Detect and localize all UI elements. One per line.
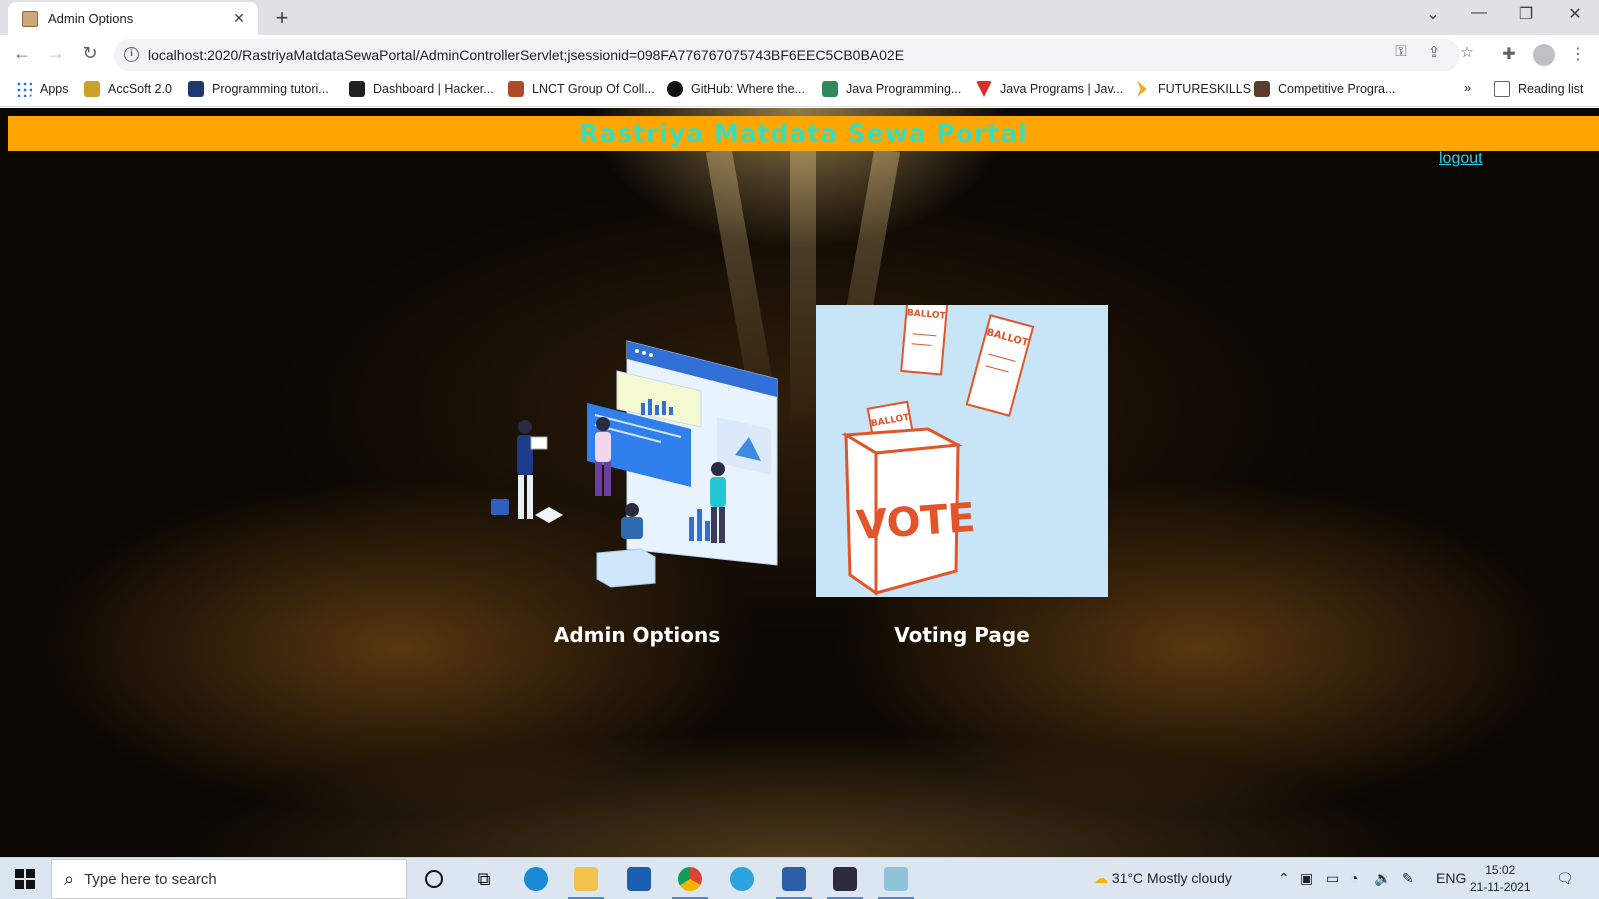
notepad-app[interactable] [876, 863, 916, 899]
edge-app[interactable] [516, 863, 556, 895]
volume-icon[interactable]: 🔉 [1374, 870, 1391, 887]
bookmark-java-programs[interactable]: Java Programs | Jav... [976, 81, 1123, 97]
notepad-icon [884, 867, 908, 891]
mail-icon [627, 867, 651, 891]
edge-icon [524, 867, 548, 891]
cortana-icon [425, 870, 443, 888]
voting-page-label[interactable]: Voting Page [816, 623, 1108, 647]
task-view-button[interactable]: ⧉ [464, 863, 504, 895]
notifications-icon[interactable]: 🗨 [1556, 870, 1574, 887]
lnct-icon [508, 81, 524, 97]
accsoft-icon [84, 81, 100, 97]
file-explorer-app[interactable] [566, 863, 606, 899]
site-title: Rastriya Matdata Sewa Portal [579, 119, 1028, 148]
bookmarks-bar: Apps AccSoft 2.0 Programming tutori... D… [0, 75, 1599, 107]
wifi-icon[interactable]: ◔ [1350, 870, 1358, 886]
apps-grid-icon [16, 81, 32, 97]
bookmark-java-programming[interactable]: Java Programming... [822, 81, 961, 97]
bookmark-futureskills[interactable]: FUTURESKILLS [1134, 81, 1251, 97]
bookmark-lnct[interactable]: LNCT Group Of Coll... [508, 81, 655, 97]
restore-button[interactable]: ❐ [1511, 4, 1541, 24]
back-button[interactable]: ← [10, 43, 34, 64]
admin-dashboard-illustration[interactable] [491, 305, 783, 597]
bookmark-competitive-programming[interactable]: Competitive Progra... [1254, 81, 1395, 97]
reload-button[interactable]: ↻ [78, 43, 102, 64]
forward-button[interactable]: → [44, 43, 68, 64]
admin-options-label[interactable]: Admin Options [491, 623, 783, 647]
mail-app[interactable] [619, 863, 659, 895]
windows-logo-icon [15, 869, 35, 889]
network-status-icon[interactable]: ▣ [1300, 870, 1313, 887]
hackerrank-icon [349, 81, 365, 97]
vote-box-illustration[interactable]: BALLOT BALLOT BALLOT VOTE [816, 298, 1108, 597]
terminal-icon [833, 867, 857, 891]
task-view-icon: ⧉ [477, 868, 491, 889]
pen-icon[interactable]: ✎ [1402, 870, 1414, 887]
share-icon[interactable]: ⇪ [1423, 43, 1445, 61]
browser-toolbar: ← → ↻ i localhost:2020/RastriyaMatdataSe… [0, 35, 1599, 75]
address-bar[interactable]: i localhost:2020/RastriyaMatdataSewaPort… [114, 39, 1460, 71]
close-window-button[interactable]: ✕ [1560, 4, 1590, 24]
extensions-icon[interactable]: ✚ [1497, 44, 1521, 64]
search-icon: ⌕ [64, 868, 75, 889]
tab-admin-options[interactable]: Admin Options ✕ [8, 2, 258, 35]
programming-site-icon [188, 81, 204, 97]
chrome-app[interactable] [670, 863, 710, 899]
bookmark-apps[interactable]: Apps [16, 81, 69, 97]
telegram-app[interactable] [722, 863, 762, 895]
cortana-button[interactable] [414, 863, 454, 895]
bookmark-hackerrank[interactable]: Dashboard | Hacker... [349, 81, 494, 97]
futureskills-icon [1137, 81, 1147, 97]
battery-icon[interactable]: ▭ [1326, 870, 1339, 887]
chrome-icon [678, 867, 702, 891]
tab-search-icon[interactable]: ⌄ [1418, 4, 1448, 24]
language-indicator[interactable]: ENG [1436, 870, 1466, 886]
site-info-icon[interactable]: i [124, 47, 139, 62]
competitive-programming-icon [1254, 81, 1270, 97]
tab-strip: Admin Options ✕ + ⌄ — ❐ ✕ [0, 0, 1599, 35]
cloud-icon: ☁ [1094, 870, 1108, 886]
bookmark-programming-tutorials[interactable]: Programming tutori... [188, 81, 329, 97]
close-tab-icon[interactable]: ✕ [230, 10, 248, 27]
page-content: Rastriya Matdata Sewa Portal logout Admi… [0, 108, 1599, 857]
vote-text: VOTE [855, 495, 977, 549]
site-banner: Rastriya Matdata Sewa Portal [8, 116, 1599, 151]
folder-icon [574, 867, 598, 891]
minimize-button[interactable]: — [1464, 4, 1494, 22]
admin-options-card[interactable]: Admin Options [491, 305, 783, 647]
url-text[interactable]: localhost:2020/RastriyaMatdataSewaPortal… [148, 47, 904, 63]
telegram-icon [730, 867, 754, 891]
windows-start-button[interactable] [5, 863, 45, 895]
reading-list-button[interactable]: Reading list [1494, 81, 1583, 97]
github-icon [667, 81, 683, 97]
light-ray [790, 148, 816, 428]
logout-link[interactable]: logout [1439, 150, 1483, 168]
profile-avatar[interactable] [1533, 44, 1555, 66]
virtualbox-app[interactable] [774, 863, 814, 899]
taskbar-search-input[interactable]: ⌕ Type here to search [51, 859, 407, 899]
tab-title: Admin Options [48, 11, 134, 26]
cube-icon [782, 867, 806, 891]
system-clock[interactable]: 15:02 21-11-2021 [1470, 862, 1531, 896]
bookmark-star-icon[interactable]: ☆ [1456, 43, 1478, 61]
java-programming-icon [822, 81, 838, 97]
menu-icon[interactable]: ⋮ [1566, 44, 1590, 64]
bookmarks-overflow-button[interactable]: » [1464, 81, 1471, 95]
new-tab-button[interactable]: + [268, 5, 296, 31]
windows-taskbar: ⌕ Type here to search ⧉ ☁ 31°C Mostly cl… [0, 857, 1599, 899]
key-icon[interactable]: ⚿ [1390, 43, 1412, 60]
reading-list-icon [1494, 81, 1510, 97]
site-favicon-icon [22, 10, 38, 27]
bookmark-github[interactable]: GitHub: Where the... [667, 81, 805, 97]
java-programs-icon [976, 81, 992, 97]
weather-widget[interactable]: ☁ 31°C Mostly cloudy [1094, 870, 1232, 887]
terminal-app[interactable] [825, 863, 865, 899]
show-hidden-icons[interactable]: ⌃ [1278, 870, 1290, 887]
voting-page-card[interactable]: BALLOT BALLOT BALLOT VOTE Voting Page [816, 298, 1108, 647]
bookmark-accsoft[interactable]: AccSoft 2.0 [84, 81, 172, 97]
